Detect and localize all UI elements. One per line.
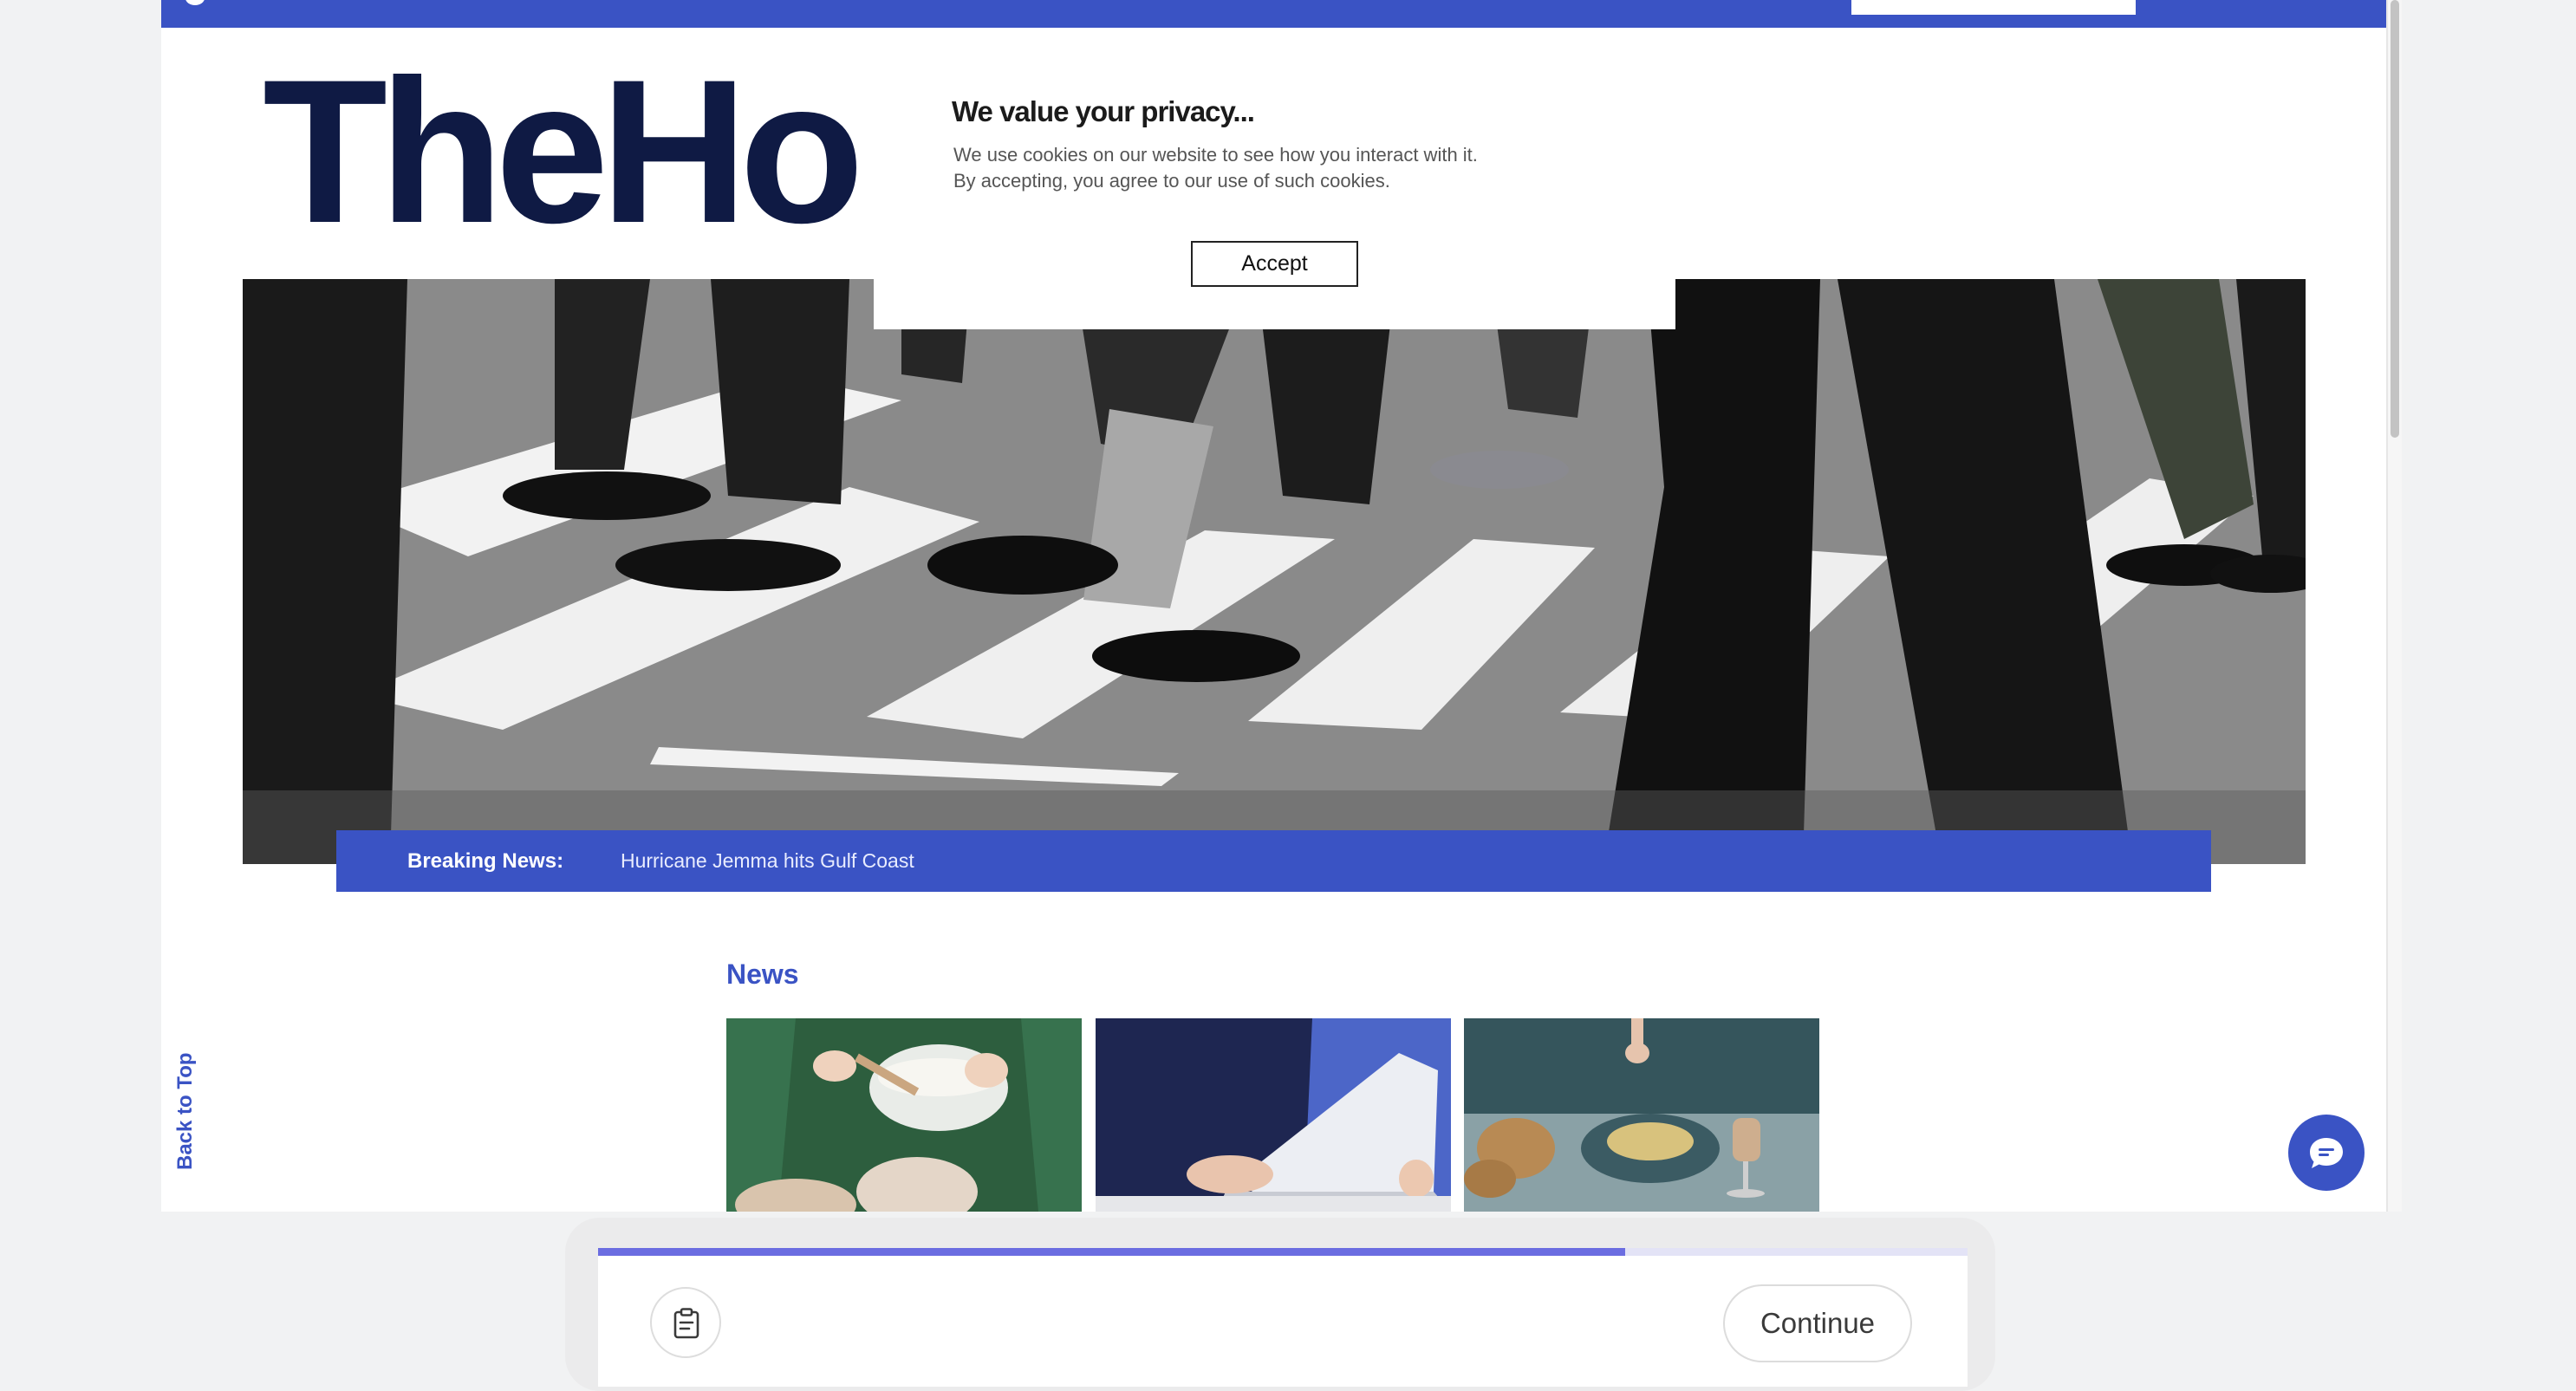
top-navigation-bar [161, 0, 2386, 28]
clipboard-icon [673, 1308, 699, 1339]
scrollbar-thumb[interactable] [2391, 0, 2399, 438]
accept-cookies-button[interactable]: Accept [1191, 241, 1358, 287]
nav-search-field[interactable] [1851, 0, 2136, 15]
cookie-consent-banner: We value your privacy... We use cookies … [874, 52, 1675, 329]
website-frame: TheHo Breaking News: Hurricane Jemma hit… [161, 0, 2386, 1212]
pasta-dinner-photo [1464, 1018, 1819, 1212]
cookie-banner-title: We value your privacy... [952, 95, 1255, 127]
chat-button[interactable] [2288, 1115, 2365, 1191]
progress-bar [598, 1248, 1968, 1256]
news-card[interactable] [1096, 1018, 1451, 1212]
laptop-person-photo [1096, 1018, 1451, 1212]
back-to-top-link[interactable]: Back to Top [173, 1052, 198, 1170]
task-panel: Continue [598, 1248, 1968, 1387]
progress-bar-fill [598, 1248, 1625, 1256]
breaking-news-bar: Breaking News: Hurricane Jemma hits Gulf… [336, 830, 2211, 892]
news-card[interactable] [1464, 1018, 1819, 1212]
cookie-banner-text: By accepting, you agree to our use of su… [953, 170, 1390, 192]
breaking-news-headline[interactable]: Hurricane Jemma hits Gulf Coast [621, 830, 914, 892]
crosswalk-pedestrians-photo [243, 279, 2306, 864]
site-logo[interactable]: TheHo [263, 52, 882, 251]
continue-button[interactable]: Continue [1723, 1284, 1912, 1362]
scrollbar[interactable] [2388, 0, 2402, 1212]
clipboard-button[interactable] [650, 1287, 721, 1358]
baking-bowl-photo [726, 1018, 1082, 1212]
cookie-banner-text: We use cookies on our website to see how… [953, 144, 1478, 166]
breaking-news-label: Breaking News: [407, 849, 564, 873]
news-section-heading: News [726, 959, 799, 990]
nav-logo-icon[interactable] [185, 0, 205, 5]
chat-bubble-icon [2310, 1138, 2343, 1168]
news-card[interactable] [726, 1018, 1082, 1212]
hero-image [243, 279, 2306, 864]
